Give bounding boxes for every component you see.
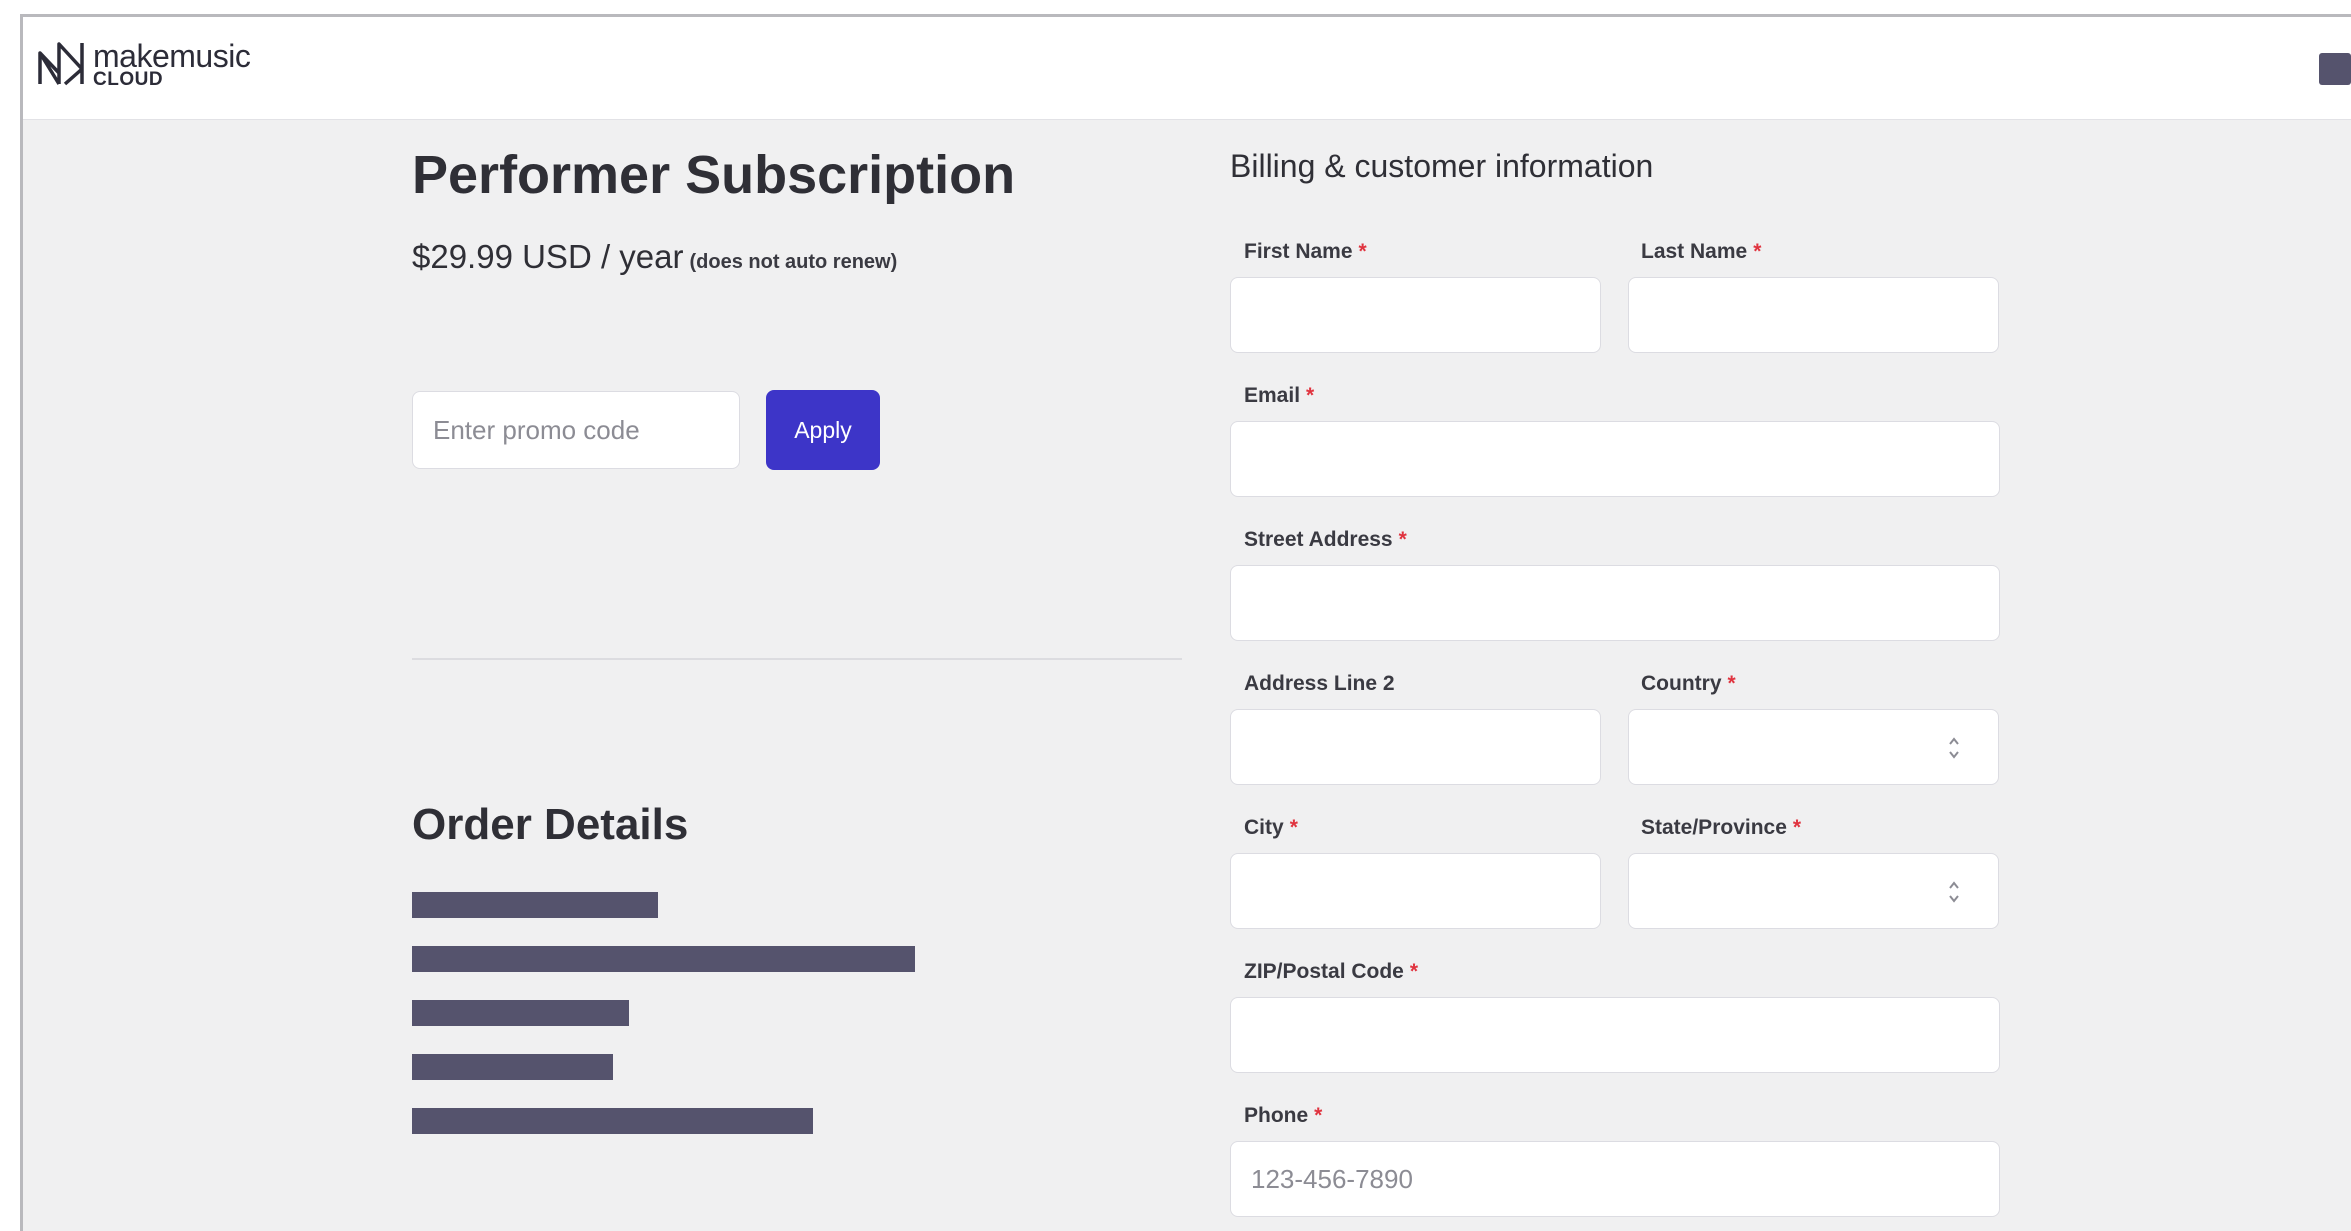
street-address-label: Street Address *: [1244, 528, 1407, 551]
price-value: $29.99 USD / year: [412, 238, 684, 275]
country-select[interactable]: [1628, 709, 1999, 785]
section-divider: [412, 658, 1182, 660]
required-mark: *: [1753, 240, 1762, 263]
email-field[interactable]: [1230, 421, 2000, 497]
address-line-2-field[interactable]: [1230, 709, 1601, 785]
state-province-select[interactable]: [1628, 853, 1999, 929]
main-content: Performer Subscription $29.99 USD / year…: [23, 120, 2351, 1231]
order-detail-redacted-line: [412, 946, 915, 972]
logo-wordmark: makemusic: [93, 37, 251, 74]
country-label: Country *: [1641, 672, 1736, 695]
email-label: Email *: [1244, 384, 1315, 407]
required-mark: *: [1358, 240, 1367, 263]
zip-postal-code-field[interactable]: [1230, 997, 2000, 1073]
makemusic-logo-icon: [38, 42, 84, 86]
zip-postal-code-label: ZIP/Postal Code *: [1244, 960, 1419, 983]
last-name-field[interactable]: [1628, 277, 1999, 353]
order-details-title: Order Details: [412, 800, 689, 849]
state-province-label: State/Province *: [1641, 816, 1802, 839]
promo-code-input[interactable]: [412, 391, 740, 469]
makemusic-logo[interactable]: makemusic CLOUD: [37, 37, 251, 89]
last-name-label: Last Name *: [1641, 240, 1762, 263]
city-label: City *: [1244, 816, 1298, 839]
select-arrows-icon: [1949, 881, 1959, 903]
order-detail-redacted-line: [412, 1054, 613, 1080]
checkout-window: makemusic CLOUD Performer Subscription $…: [0, 0, 2351, 1231]
order-detail-redacted-line: [412, 1108, 813, 1134]
required-mark: *: [1314, 1104, 1323, 1127]
price-note: (does not auto renew): [689, 251, 898, 273]
select-arrows-icon: [1949, 737, 1959, 759]
required-mark: *: [1792, 816, 1802, 839]
top-header: makemusic CLOUD: [23, 17, 2351, 120]
window-left-border: [20, 14, 23, 1231]
required-mark: *: [1409, 960, 1419, 983]
phone-field[interactable]: [1230, 1141, 2000, 1217]
street-address-field[interactable]: [1230, 565, 2000, 641]
phone-label: Phone *: [1244, 1104, 1323, 1127]
required-mark: *: [1727, 672, 1736, 695]
required-mark: *: [1398, 528, 1407, 551]
header-account-block[interactable]: [2319, 53, 2351, 85]
page-title: Performer Subscription: [412, 145, 1016, 205]
address-line-2-label: Address Line 2: [1244, 672, 1395, 695]
price-line: $29.99 USD / year (does not auto renew): [412, 238, 897, 276]
required-mark: *: [1289, 816, 1298, 839]
first-name-label: First Name *: [1244, 240, 1367, 263]
order-detail-redacted-line: [412, 892, 658, 918]
billing-section-title: Billing & customer information: [1230, 148, 1654, 184]
apply-promo-button[interactable]: Apply: [766, 390, 880, 470]
city-field[interactable]: [1230, 853, 1601, 929]
first-name-field[interactable]: [1230, 277, 1601, 353]
order-detail-redacted-line: [412, 1000, 629, 1026]
required-mark: *: [1306, 384, 1315, 407]
